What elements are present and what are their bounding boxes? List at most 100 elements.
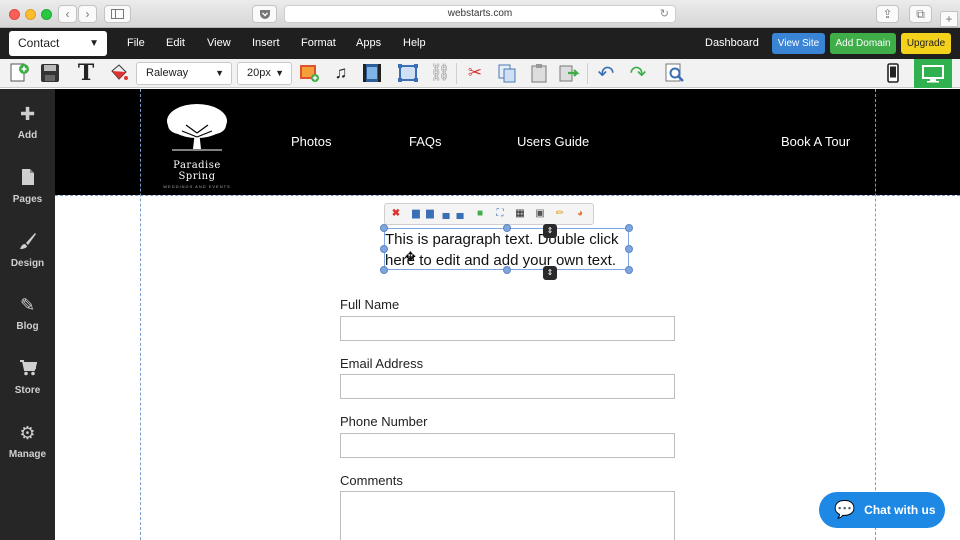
close-window-button[interactable] [9,9,20,20]
vertical-resize-icon[interactable]: ⇕ [543,224,557,238]
menu-apps[interactable]: Apps [356,37,381,49]
cut-icon[interactable]: ✂ [464,62,486,84]
email-label: Email Address [340,356,424,371]
undo-icon[interactable]: ↶ [595,62,617,85]
tabs-button[interactable]: ⧉ [909,5,932,23]
color-palette-icon[interactable]: ◕ [573,207,587,221]
vertical-resize-icon[interactable]: ⇕ [543,266,557,280]
resize-handle[interactable] [503,266,511,274]
email-field[interactable] [340,374,675,399]
bring-front-icon[interactable]: ▆ [423,207,437,221]
layout-guide [55,195,960,196]
nav-photos[interactable]: Photos [291,134,331,149]
resize-handle[interactable] [503,224,511,232]
paragraph-text[interactable]: This is paragraph text. Double click her… [385,229,630,271]
comments-field[interactable] [340,491,675,540]
site-header[interactable]: Paradise Spring WEDDINGS AND EVENTS Phot… [55,89,960,195]
view-site-button[interactable]: View Site [772,33,825,54]
selected-paragraph[interactable]: This is paragraph text. Double click her… [384,228,629,270]
browser-chrome: ‹ › webstarts.com ↻ ⇪ ⧉ + [0,0,960,28]
page-selector[interactable]: Contact ▼ [9,31,107,56]
reload-icon[interactable]: ↻ [660,6,669,22]
sidebar-icon [111,9,124,19]
full-name-field[interactable] [340,316,675,341]
bring-forward-icon[interactable]: ▆ [409,207,423,221]
new-tab-button[interactable]: + [940,11,958,27]
menu-insert[interactable]: Insert [252,37,280,49]
phone-field[interactable] [340,433,675,458]
resize-handle[interactable] [380,245,388,253]
brush-icon [0,232,55,254]
nav-book-a-tour[interactable]: Book A Tour [781,134,850,149]
forward-button[interactable]: › [78,5,97,23]
menu-format[interactable]: Format [301,37,336,49]
chevron-down-icon: ▼ [89,38,99,49]
pocket-icon [259,10,270,19]
redo-icon[interactable]: ↷ [627,62,649,85]
chat-button[interactable]: 💬 Chat with us [819,492,945,528]
resize-handle[interactable] [625,245,633,253]
sidebar-item-design[interactable]: Design [0,232,55,269]
copy-icon[interactable] [496,62,518,84]
video-icon[interactable] [361,62,383,84]
mobile-view-icon[interactable] [882,62,904,84]
preview-icon[interactable] [664,62,686,84]
sidebar-item-store[interactable]: Store [0,359,55,396]
send-back-icon[interactable]: ▄ [453,207,467,221]
sidebar-toggle-button[interactable] [104,5,131,23]
insert-image-icon[interactable] [298,62,320,84]
send-backward-icon[interactable]: ▄ [439,207,453,221]
properties-icon[interactable]: ▣ [533,207,547,221]
pocket-button[interactable] [252,5,277,23]
resize-handle[interactable] [625,266,633,274]
menu-edit[interactable]: Edit [166,37,185,49]
font-size-select[interactable]: 20px ▼ [237,62,292,85]
menu-view[interactable]: View [207,37,231,49]
duplicate-icon[interactable]: ■ [473,207,487,221]
menu-help[interactable]: Help [403,37,426,49]
font-family-select[interactable]: Raleway ▼ [136,62,232,85]
page-selector-value: Contact [18,36,60,50]
sidebar-item-blog[interactable]: ✎ Blog [0,295,55,332]
layout-guide [875,89,876,540]
desktop-icon [922,64,944,82]
paste-special-icon[interactable] [558,62,580,84]
pencil-icon: ✎ [19,295,36,315]
dashboard-link[interactable]: Dashboard [705,37,759,49]
resize-icon[interactable]: ⛶ [493,207,507,221]
sidebar-item-manage[interactable]: ⚙ Manage [0,423,55,460]
resize-handle[interactable] [380,266,388,274]
save-icon[interactable] [39,62,61,84]
add-domain-button[interactable]: Add Domain [830,33,896,54]
share-button[interactable]: ⇪ [876,5,899,23]
sidebar-item-add[interactable]: ✚ Add [0,104,55,141]
menu-file[interactable]: File [127,37,145,49]
resize-handle[interactable] [625,224,633,232]
new-page-icon[interactable] [8,62,30,84]
upgrade-button[interactable]: Upgrade [901,33,951,54]
paint-bucket-icon[interactable] [108,62,130,84]
app-menubar: Contact ▼ File Edit View Insert Format A… [0,28,960,59]
animation-icon[interactable]: ▦ [513,207,527,221]
back-button[interactable]: ‹ [58,5,77,23]
link-icon[interactable]: ⛓ [429,62,451,84]
sidebar-item-pages[interactable]: Pages [0,168,55,205]
site-logo[interactable]: Paradise Spring WEDDINGS AND EVENTS [155,101,239,189]
box-icon[interactable] [397,62,419,84]
minimize-window-button[interactable] [25,9,36,20]
left-sidebar: ✚ Add Pages Design ✎ Blog Store ⚙ Manage [0,89,55,540]
text-tool-icon[interactable]: T [75,60,97,86]
nav-users-guide[interactable]: Users Guide [517,134,589,149]
desktop-view-button[interactable] [914,59,952,88]
paste-icon[interactable] [528,62,550,84]
music-icon[interactable]: ♫ [330,62,352,84]
zoom-window-button[interactable] [41,9,52,20]
editor-canvas[interactable]: Paradise Spring WEDDINGS AND EVENTS Phot… [55,89,960,540]
nav-faqs[interactable]: FAQs [409,134,442,149]
resize-handle[interactable] [380,224,388,232]
font-family-value: Raleway [146,67,189,79]
toolbar-divider [587,63,588,84]
edit-pencil-icon[interactable]: ✏ [553,207,567,221]
delete-icon[interactable]: ✖ [389,207,403,221]
address-bar[interactable]: webstarts.com ↻ [284,5,676,23]
